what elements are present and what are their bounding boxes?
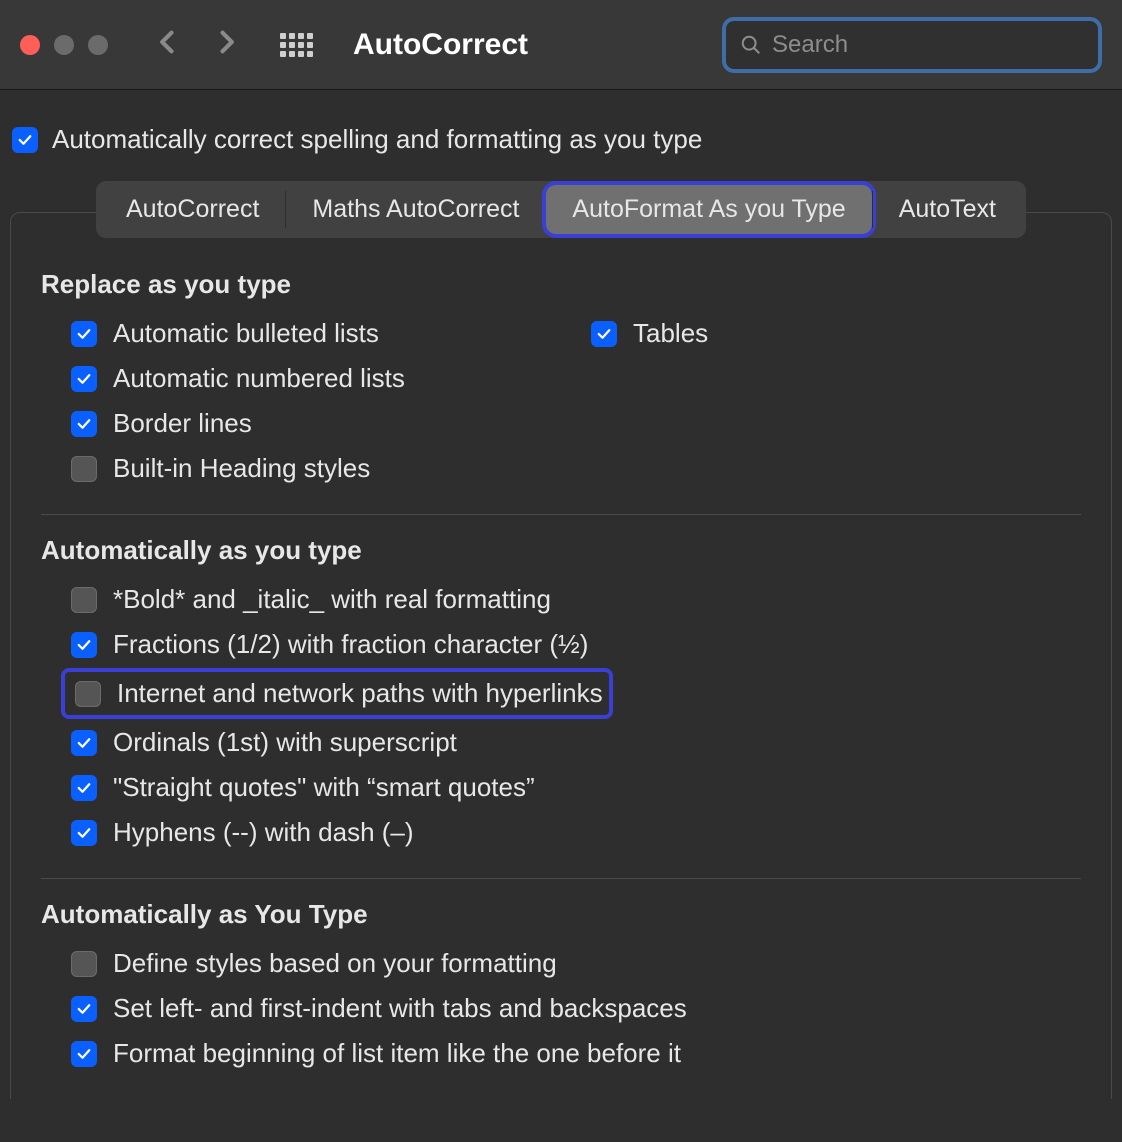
forward-button[interactable]: [212, 28, 240, 61]
option-row: Set left- and first-indent with tabs and…: [71, 993, 1081, 1024]
option-label: Define styles based on your formatting: [113, 948, 557, 979]
option-row: Automatic numbered lists: [71, 363, 561, 394]
option-label: *Bold* and _italic_ with real formatting: [113, 584, 551, 615]
option-row: Built-in Heading styles: [71, 453, 561, 484]
toolbar: AutoCorrect: [0, 0, 1122, 90]
tab-maths[interactable]: Maths AutoCorrect: [286, 185, 545, 234]
option-label: Fractions (1/2) with fraction character …: [113, 629, 588, 660]
option-row: Format beginning of list item like the o…: [71, 1038, 1081, 1069]
page-title: AutoCorrect: [353, 28, 528, 62]
option-checkbox[interactable]: [71, 951, 97, 977]
settings-panel: Replace as you type Automatic bulleted l…: [10, 212, 1112, 1099]
chevron-right-icon: [212, 28, 240, 56]
option-checkbox[interactable]: [71, 321, 97, 347]
option-label: "Straight quotes" with “smart quotes”: [113, 772, 535, 803]
minimize-window-button[interactable]: [54, 35, 74, 55]
section-title-auto2: Automatically as You Type: [41, 899, 1081, 930]
option-checkbox[interactable]: [71, 1041, 97, 1067]
option-checkbox[interactable]: [71, 587, 97, 613]
option-row: Automatic bulleted lists: [71, 318, 561, 349]
option-label: Built-in Heading styles: [113, 453, 370, 484]
back-button[interactable]: [154, 28, 182, 61]
option-label: Ordinals (1st) with superscript: [113, 727, 457, 758]
option-checkbox[interactable]: [71, 775, 97, 801]
option-label: Set left- and first-indent with tabs and…: [113, 993, 687, 1024]
option-label: Border lines: [113, 408, 252, 439]
option-row: Fractions (1/2) with fraction character …: [71, 629, 1081, 660]
option-label: Automatic numbered lists: [113, 363, 405, 394]
search-icon: [740, 34, 762, 56]
option-checkbox[interactable]: [75, 681, 101, 707]
tab-autoformat[interactable]: AutoFormat As you Type: [546, 185, 871, 234]
option-label: Automatic bulleted lists: [113, 318, 379, 349]
search-input[interactable]: [772, 31, 1084, 59]
option-checkbox[interactable]: [71, 632, 97, 658]
option-checkbox[interactable]: [71, 730, 97, 756]
option-label: Format beginning of list item like the o…: [113, 1038, 681, 1069]
option-row: Internet and network paths with hyperlin…: [61, 668, 613, 719]
option-checkbox[interactable]: [591, 321, 617, 347]
option-row: Hyphens (--) with dash (–): [71, 817, 1081, 848]
option-row: Tables: [591, 318, 1081, 349]
section-title-auto1: Automatically as you type: [41, 535, 1081, 566]
master-autocorrect-label: Automatically correct spelling and forma…: [52, 124, 702, 155]
option-checkbox[interactable]: [71, 411, 97, 437]
search-field-wrap[interactable]: [722, 17, 1102, 73]
nav-arrows: [154, 28, 240, 61]
option-label: Hyphens (--) with dash (–): [113, 817, 414, 848]
divider: [41, 878, 1081, 879]
option-row: *Bold* and _italic_ with real formatting: [71, 584, 1081, 615]
option-label: Tables: [633, 318, 708, 349]
tab-bar: AutoCorrectMaths AutoCorrectAutoFormat A…: [96, 181, 1026, 238]
option-row: Ordinals (1st) with superscript: [71, 727, 1081, 758]
option-row: Define styles based on your formatting: [71, 948, 1081, 979]
option-checkbox[interactable]: [71, 820, 97, 846]
option-checkbox[interactable]: [71, 456, 97, 482]
option-checkbox[interactable]: [71, 366, 97, 392]
show-all-icon[interactable]: [280, 33, 313, 57]
option-label: Internet and network paths with hyperlin…: [117, 678, 603, 709]
divider: [41, 514, 1081, 515]
tab-autotext[interactable]: AutoText: [873, 185, 1022, 234]
close-window-button[interactable]: [20, 35, 40, 55]
chevron-left-icon: [154, 28, 182, 56]
option-checkbox[interactable]: [71, 996, 97, 1022]
master-autocorrect-checkbox[interactable]: [12, 127, 38, 153]
section-title-replace: Replace as you type: [41, 269, 1081, 300]
option-row: "Straight quotes" with “smart quotes”: [71, 772, 1081, 803]
tab-autocorrect[interactable]: AutoCorrect: [100, 185, 285, 234]
window-controls: [20, 35, 108, 55]
maximize-window-button[interactable]: [88, 35, 108, 55]
option-row: Border lines: [71, 408, 561, 439]
